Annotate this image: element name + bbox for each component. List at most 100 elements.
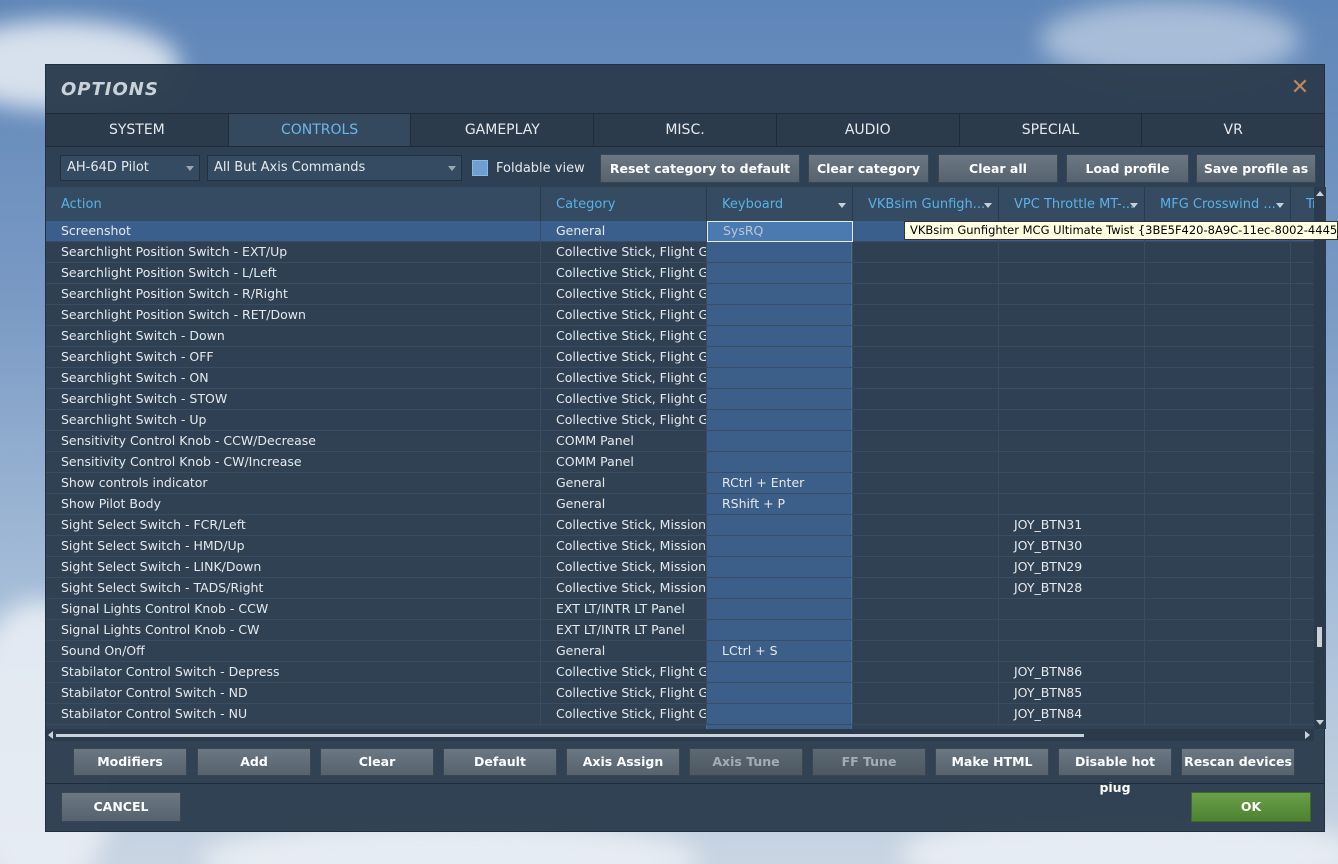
cell-category[interactable]: EXT LT/INTR LT Panel xyxy=(541,599,707,620)
cell-category[interactable]: General xyxy=(541,641,707,662)
cell-dev1[interactable] xyxy=(853,683,999,704)
cell-action[interactable]: Sensitivity Control Knob - CCW/Decrease xyxy=(46,431,541,452)
cell-keyboard[interactable] xyxy=(707,368,853,389)
chevron-down-icon[interactable] xyxy=(1130,203,1138,208)
table-row[interactable]: Searchlight Position Switch - EXT/Up Coll… xyxy=(46,242,1314,263)
cell-category[interactable]: Collective Stick, Flight Gri xyxy=(541,410,707,431)
rescan-devices-button[interactable]: Rescan devices xyxy=(1181,748,1295,776)
disable-hot-plug-button[interactable]: Disable hot plug xyxy=(1058,748,1172,795)
cell-dev2[interactable] xyxy=(999,410,1145,431)
cancel-button[interactable]: CANCEL xyxy=(61,792,181,822)
table-row[interactable]: Show Pilot Body General RShift + P xyxy=(46,494,1314,515)
cell-dev2[interactable] xyxy=(999,473,1145,494)
cell-dev4[interactable] xyxy=(1291,410,1314,431)
cell-keyboard[interactable] xyxy=(707,389,853,410)
table-row[interactable]: Sight Select Switch - FCR/Left Collective… xyxy=(46,515,1314,536)
cell-action[interactable]: Searchlight Position Switch - EXT/Up xyxy=(46,242,541,263)
tab-system[interactable]: SYSTEM xyxy=(46,114,229,146)
cell-dev3[interactable] xyxy=(1145,431,1291,452)
cell-category[interactable]: Collective Stick, Mission G xyxy=(541,536,707,557)
ok-button[interactable]: OK xyxy=(1191,792,1311,822)
cell-category[interactable]: Collective Stick, Flight Gri xyxy=(541,284,707,305)
chevron-down-icon[interactable] xyxy=(984,203,992,208)
cell-dev3[interactable] xyxy=(1145,326,1291,347)
cell-keyboard[interactable] xyxy=(707,431,853,452)
table-row[interactable]: Stabilator Control Switch - NU Collective… xyxy=(46,704,1314,725)
cell-action[interactable]: Sensitivity Control Knob - CW/Increase xyxy=(46,452,541,473)
cell-category[interactable]: EXT LT/INTR LT Panel xyxy=(541,620,707,641)
cell-dev2[interactable] xyxy=(999,620,1145,641)
cell-keyboard[interactable] xyxy=(707,620,853,641)
table-row[interactable]: Sensitivity Control Knob - CCW/Decrease C… xyxy=(46,431,1314,452)
default-button[interactable]: Default xyxy=(443,748,557,776)
column-header-vpc-throttle[interactable]: VPC Throttle MT-... xyxy=(999,187,1145,221)
table-row[interactable]: Sensitivity Control Knob - CW/Increase CO… xyxy=(46,452,1314,473)
cell-dev4[interactable] xyxy=(1291,305,1314,326)
cell-dev1[interactable] xyxy=(853,368,999,389)
chevron-down-icon[interactable] xyxy=(1276,203,1284,208)
cell-dev2[interactable]: JOY_BTN30 xyxy=(999,536,1145,557)
cell-keyboard[interactable] xyxy=(707,683,853,704)
table-row[interactable]: Signal Lights Control Knob - CCW EXT LT/I… xyxy=(46,599,1314,620)
cell-dev4[interactable] xyxy=(1291,683,1314,704)
cell-category[interactable]: Collective Stick, Flight Gri xyxy=(541,347,707,368)
cell-dev2[interactable]: JOY_BTN84 xyxy=(999,704,1145,725)
cell-category[interactable]: General xyxy=(541,473,707,494)
cell-action[interactable]: Sight Select Switch - HMD/Up xyxy=(46,536,541,557)
ff-tune-button[interactable]: FF Tune xyxy=(812,748,926,776)
close-icon[interactable]: ✕ xyxy=(1290,77,1310,99)
cell-dev1[interactable] xyxy=(853,305,999,326)
cell-dev1[interactable] xyxy=(853,410,999,431)
cell-dev4[interactable] xyxy=(1291,536,1314,557)
cell-action[interactable]: Searchlight Switch - OFF xyxy=(46,347,541,368)
cell-dev1[interactable] xyxy=(853,515,999,536)
scrollbar-thumb[interactable] xyxy=(56,734,1084,737)
cell-dev1[interactable] xyxy=(853,536,999,557)
cell-dev2[interactable]: JOY_BTN28 xyxy=(999,578,1145,599)
cell-dev1[interactable] xyxy=(853,326,999,347)
scroll-left-icon[interactable] xyxy=(48,731,53,739)
cell-dev2[interactable] xyxy=(999,368,1145,389)
table-row[interactable]: Sight Select Switch - TADS/Right Collecti… xyxy=(46,578,1314,599)
tab-special[interactable]: SPECIAL xyxy=(959,114,1143,146)
add-button[interactable]: Add xyxy=(197,748,311,776)
cell-dev3[interactable] xyxy=(1145,536,1291,557)
cell-dev2[interactable]: JOY_BTN85 xyxy=(999,683,1145,704)
cell-dev4[interactable] xyxy=(1291,263,1314,284)
cell-category[interactable]: Collective Stick, Flight Gri xyxy=(541,242,707,263)
cell-keyboard[interactable] xyxy=(707,662,853,683)
table-row[interactable]: Searchlight Switch - Up Collective Stick,… xyxy=(46,410,1314,431)
cell-keyboard[interactable] xyxy=(707,242,853,263)
cell-dev4[interactable] xyxy=(1291,284,1314,305)
cell-dev4[interactable] xyxy=(1291,452,1314,473)
cell-dev4[interactable] xyxy=(1291,620,1314,641)
table-row[interactable]: Searchlight Position Switch - RET/Down Co… xyxy=(46,305,1314,326)
cell-dev3[interactable] xyxy=(1145,704,1291,725)
cell-dev4[interactable] xyxy=(1291,368,1314,389)
cell-dev3[interactable] xyxy=(1145,263,1291,284)
category-filter-select[interactable]: All But Axis Commands xyxy=(207,155,462,181)
cell-dev2[interactable] xyxy=(999,242,1145,263)
tab-gameplay[interactable]: GAMEPLAY xyxy=(411,114,595,146)
axis-assign-button[interactable]: Axis Assign xyxy=(566,748,680,776)
table-row[interactable]: Searchlight Switch - OFF Collective Stick… xyxy=(46,347,1314,368)
cell-action[interactable]: Sight Select Switch - FCR/Left xyxy=(46,515,541,536)
cell-dev3[interactable] xyxy=(1145,473,1291,494)
cell-dev2[interactable] xyxy=(999,452,1145,473)
cell-dev2[interactable] xyxy=(999,641,1145,662)
tab-audio[interactable]: AUDIO xyxy=(776,114,960,146)
cell-dev4[interactable] xyxy=(1291,515,1314,536)
cell-category[interactable]: Collective Stick, Flight Gri xyxy=(541,263,707,284)
cell-action[interactable]: Searchlight Position Switch - RET/Down xyxy=(46,305,541,326)
cell-dev3[interactable] xyxy=(1145,683,1291,704)
cell-dev1[interactable] xyxy=(853,599,999,620)
cell-keyboard[interactable] xyxy=(707,599,853,620)
tab-controls[interactable]: CONTROLS xyxy=(228,114,412,146)
table-row[interactable]: Sound On/Off General LCtrl + S xyxy=(46,641,1314,662)
cell-dev3[interactable] xyxy=(1145,284,1291,305)
cell-dev1[interactable] xyxy=(853,557,999,578)
cell-dev1[interactable] xyxy=(853,494,999,515)
foldable-view-checkbox[interactable] xyxy=(472,160,488,176)
cell-dev1[interactable] xyxy=(853,473,999,494)
cell-keyboard[interactable] xyxy=(707,410,853,431)
